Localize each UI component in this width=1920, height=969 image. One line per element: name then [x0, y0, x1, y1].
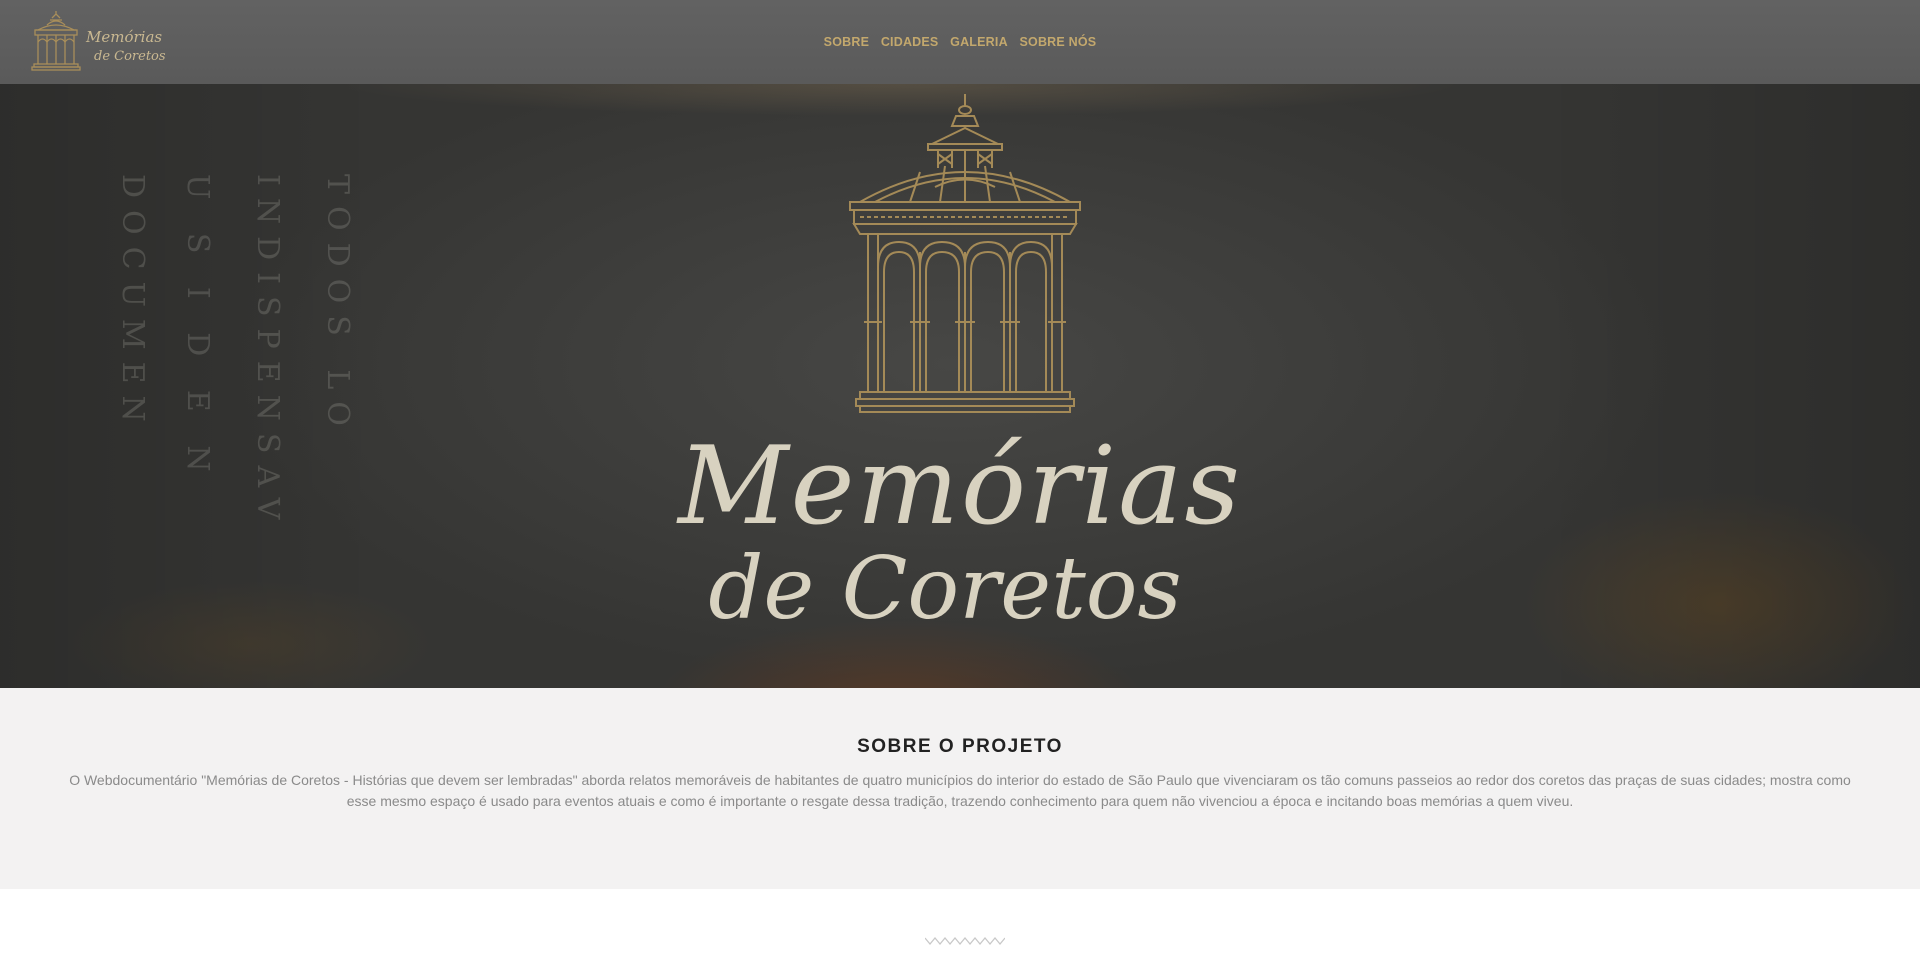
- hero-title-line1: Memórias: [678, 424, 1242, 549]
- hero-title-line2: de Coretos: [708, 539, 1182, 639]
- next-section: [0, 889, 1920, 969]
- about-section: SOBRE O PROJETO O Webdocumentário "Memór…: [0, 688, 1920, 889]
- site-header: Memórias de Coretos SOBRE CIDADES GALERI…: [0, 0, 1920, 84]
- about-text: O Webdocumentário "Memórias de Coretos -…: [69, 772, 1851, 809]
- nav-item-sobre-nos[interactable]: SOBRE NÓS: [1020, 35, 1097, 49]
- nav-item-sobre[interactable]: SOBRE: [824, 35, 869, 49]
- zigzag-divider-icon: [925, 936, 1005, 946]
- gazebo-illustration-icon: [849, 94, 1081, 413]
- stamp-text-1: DOCUMEN: [115, 174, 150, 434]
- main-nav: SOBRE CIDADES GALERIA SOBRE NÓS: [0, 35, 1920, 49]
- nav-item-galeria[interactable]: GALERIA: [950, 35, 1008, 49]
- stamp-text-4: TODOS LO: [320, 174, 355, 438]
- logo-text-line2: de Coretos: [94, 49, 166, 64]
- about-heading: SOBRE O PROJETO: [857, 736, 1063, 757]
- hero-banner: DOCUMEN U S I D E N INDISPENSAV TODOS LO: [0, 84, 1920, 688]
- nav-item-cidades[interactable]: CIDADES: [881, 35, 939, 49]
